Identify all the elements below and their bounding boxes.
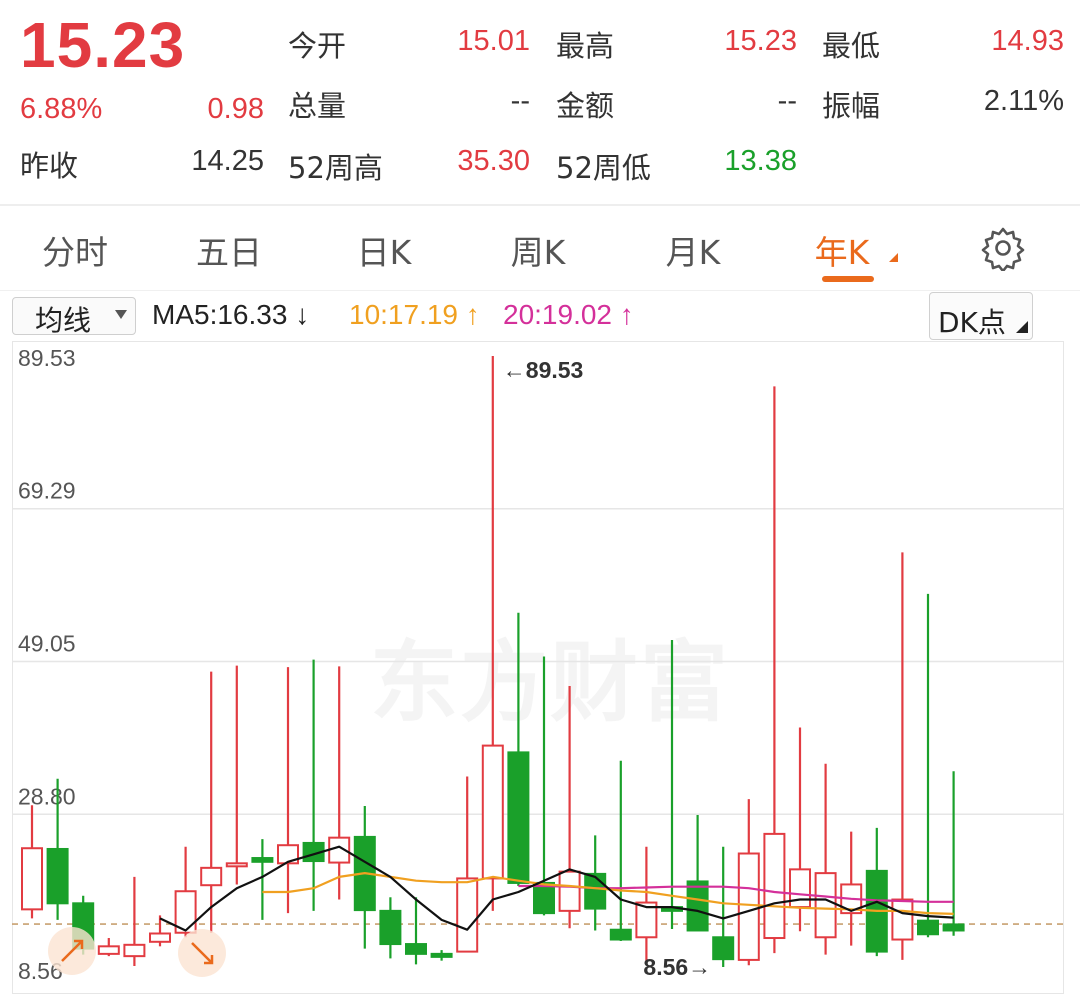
wk52-low-value: 13.38	[724, 145, 797, 177]
candle-body	[584, 872, 607, 910]
candle-body	[686, 880, 709, 932]
ma20-line	[518, 884, 954, 903]
active-tab-indicator	[822, 276, 874, 282]
ma20-readout: 20:19.02 ↑	[503, 299, 634, 330]
y-axis-label: 28.80	[18, 783, 76, 809]
candle-body	[97, 945, 120, 955]
candle-body	[200, 866, 223, 887]
high-value: 15.23	[724, 25, 797, 57]
candle-body	[814, 872, 837, 939]
open-label: 今开	[288, 29, 347, 63]
header-divider	[0, 204, 1080, 206]
y-axis-label: 89.53	[18, 345, 76, 371]
dk-point-button[interactable]: DK点	[929, 292, 1033, 340]
tab-five-day[interactable]: 五日	[169, 226, 289, 274]
tab-year-k-dropdown-icon	[889, 253, 898, 262]
tab-week-k[interactable]: 周K	[478, 226, 598, 274]
candle-body	[430, 952, 453, 958]
candle-body	[533, 881, 555, 915]
candle-body	[609, 928, 632, 941]
candlestick-chart[interactable]: 89.53 69.29 49.05 28.80 8.56 ←89.53 8.56→	[12, 341, 1064, 994]
prev-close-value: 14.25	[191, 145, 264, 177]
wk52-low-label: 52周低	[556, 151, 651, 185]
min-price-annotation: 8.56→	[643, 954, 711, 980]
candle-body	[891, 898, 914, 941]
change-percent: 6.88%	[20, 93, 103, 125]
tab-day-k[interactable]: 日K	[324, 226, 444, 274]
amplitude-label: 振幅	[822, 89, 881, 123]
candle-body	[251, 857, 274, 863]
candle-body	[942, 923, 965, 932]
candle-body	[123, 943, 146, 958]
tab-year-k[interactable]: 年K	[782, 226, 902, 274]
y-axis-label: 69.29	[18, 478, 76, 504]
candle-body	[507, 751, 530, 884]
wk52-high-label: 52周高	[288, 151, 383, 185]
candle-body	[481, 744, 504, 880]
candle-body	[737, 852, 760, 961]
tab-minute[interactable]: 分时	[15, 226, 135, 274]
open-value: 15.01	[457, 25, 530, 57]
corner-triangle-icon	[1016, 321, 1028, 333]
y-axis-label: 49.05	[18, 630, 76, 656]
candle-body	[405, 943, 427, 955]
wk52-high-value: 35.30	[457, 145, 530, 177]
dropdown-arrow-icon	[115, 310, 127, 319]
ma10-readout: 10:17.19 ↑	[349, 299, 480, 330]
candle-body	[712, 936, 735, 961]
candle-body	[225, 862, 248, 868]
volume-label: 总量	[288, 89, 347, 123]
candle-body	[558, 870, 581, 912]
dk-point-label: DK点	[938, 306, 1006, 339]
amount-label: 金额	[556, 89, 615, 123]
candle-body	[917, 919, 939, 936]
candle-body	[21, 847, 43, 911]
ma-select-label: 均线	[35, 304, 92, 337]
candle-body	[379, 909, 402, 946]
ma-select-dropdown[interactable]: 均线	[12, 297, 136, 337]
volume-value: --	[510, 85, 530, 117]
low-value: 14.93	[991, 25, 1064, 57]
current-price: 15.23	[20, 9, 186, 81]
candle-body	[763, 832, 786, 940]
candle-body	[456, 877, 479, 953]
kline-svg: 89.5369.2949.0528.808.56←89.538.56→	[12, 341, 1064, 994]
low-label: 最低	[822, 29, 881, 63]
tabs-divider	[0, 290, 1080, 291]
candle-body	[46, 847, 69, 905]
prev-close-label: 昨收	[20, 149, 79, 183]
change-amount: 0.98	[207, 93, 264, 125]
amount-value: --	[777, 85, 797, 117]
amplitude-value: 2.11%	[983, 85, 1064, 117]
high-label: 最高	[556, 29, 615, 63]
ma5-readout: MA5:16.33 ↓	[152, 299, 310, 330]
max-price-annotation: ←89.53	[503, 357, 584, 383]
settings-gear-icon[interactable]	[980, 225, 1026, 273]
candle-body	[149, 932, 171, 943]
tab-month-k[interactable]: 月K	[633, 226, 753, 274]
